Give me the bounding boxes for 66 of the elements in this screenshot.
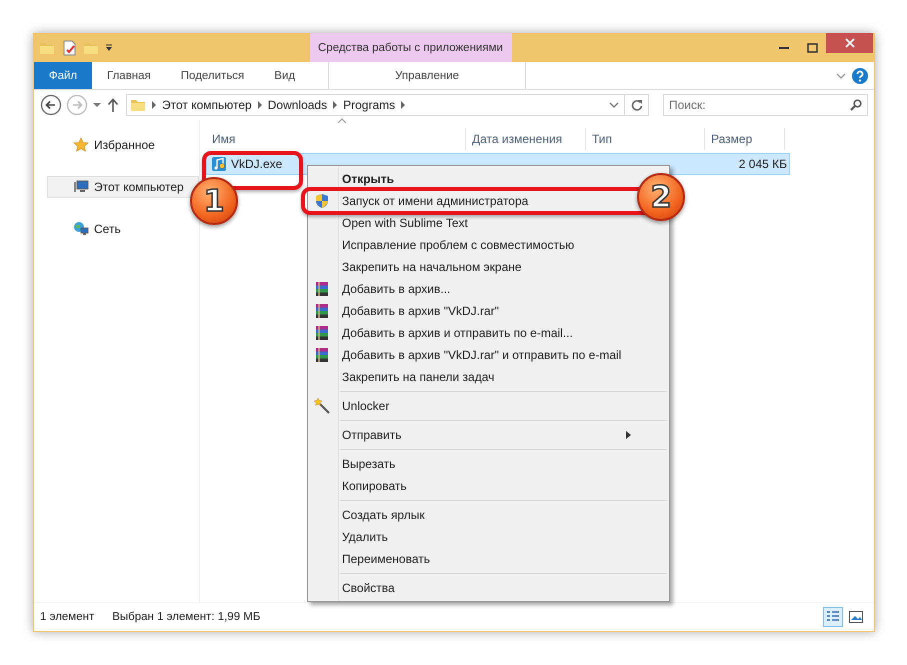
column-header[interactable]: Тип <box>586 128 705 150</box>
maximize-icon <box>806 42 818 52</box>
document-check-icon[interactable] <box>61 40 77 56</box>
chevron-icon[interactable] <box>332 101 338 109</box>
menu-item[interactable]: Копировать <box>308 478 631 494</box>
menu-item[interactable]: Создать ярлык <box>308 507 631 523</box>
minimize-icon <box>779 46 789 48</box>
file-size: 2 045 КБ <box>738 157 788 171</box>
menu-item[interactable]: Отправить <box>308 427 631 443</box>
music-app-icon <box>211 156 227 172</box>
search-field[interactable]: Поиск: <box>663 94 868 116</box>
file-name: VkDJ.exe <box>231 157 282 171</box>
contextual-tab-title: Средства работы с приложениями <box>310 33 512 62</box>
large-icons-view-icon <box>848 609 864 625</box>
menu-item[interactable]: Open with Sublime Text <box>308 215 631 231</box>
chevron-icon[interactable] <box>151 101 157 109</box>
status-text: 1 элемент <box>40 611 94 623</box>
chevron-icon[interactable] <box>256 101 263 109</box>
shield-icon <box>314 193 330 209</box>
close-icon <box>844 38 854 48</box>
stacked-books-icon <box>314 281 330 297</box>
menu-item[interactable]: Удалить <box>308 529 631 545</box>
menu-item[interactable]: Добавить в архив "VkDJ.rar" и отправить по e-mail <box>308 347 631 363</box>
status-text: Выбран 1 элемент: 1,99 МБ <box>112 611 260 623</box>
magic-wand-icon <box>314 398 330 414</box>
breadcrumb[interactable]: Programs <box>343 98 396 112</box>
computer-icon <box>73 179 89 195</box>
menu-item[interactable]: Закрепить на панели задач <box>308 369 631 385</box>
column-header[interactable]: Размер <box>705 128 785 150</box>
help-icon[interactable] <box>852 68 868 84</box>
menu-item[interactable]: Вырезать <box>308 456 631 472</box>
stacked-books-icon <box>314 303 330 319</box>
column-header[interactable]: Имя <box>206 128 466 150</box>
view-button[interactable] <box>823 607 843 627</box>
menu-item[interactable]: Добавить в архив "VkDJ.rar" <box>308 303 631 319</box>
file-tab[interactable]: Файл <box>34 62 92 89</box>
menu-item[interactable]: Добавить в архив... <box>308 281 631 297</box>
back-button[interactable] <box>40 94 62 116</box>
menu-item[interactable]: Добавить в архив и отправить по e-mail... <box>308 325 631 341</box>
address-bar[interactable]: Этот компьютер Downloads Programs <box>126 94 649 116</box>
folder-icon <box>130 97 146 113</box>
menu-item[interactable]: Закрепить на начальном экране <box>308 259 631 275</box>
submenu-arrow-icon <box>626 431 631 439</box>
stacked-books-icon <box>314 325 330 341</box>
sidebar-item[interactable]: Избранное <box>47 134 199 156</box>
expand-ribbon-icon[interactable] <box>836 72 846 80</box>
dropdown-icon[interactable] <box>105 44 113 52</box>
network-icon <box>73 221 89 237</box>
close-button[interactable] <box>826 33 873 53</box>
refresh-icon <box>630 99 642 111</box>
stacked-books-icon <box>314 347 330 363</box>
menu-item[interactable]: Исправление проблем с совместимостью <box>308 237 631 253</box>
dropdown-caret-icon[interactable] <box>609 101 619 109</box>
menu-item[interactable]: Переименовать <box>308 551 631 567</box>
menu-item[interactable]: Запуск от имени администратора <box>308 193 631 209</box>
star-icon <box>73 137 89 153</box>
search-icon[interactable] <box>850 99 862 111</box>
up-arrow-icon[interactable] <box>106 97 120 113</box>
recent-caret-icon[interactable] <box>92 101 102 109</box>
breadcrumb[interactable]: Этот компьютер <box>162 98 252 112</box>
menu-item[interactable]: Свойства <box>308 580 631 596</box>
chevron-icon[interactable] <box>400 101 406 109</box>
menu-item[interactable]: Unlocker <box>308 398 631 414</box>
sidebar-item[interactable]: Этот компьютер <box>47 176 199 198</box>
column-header[interactable]: Дата изменения <box>466 128 586 150</box>
breadcrumb[interactable]: Downloads <box>268 98 328 112</box>
